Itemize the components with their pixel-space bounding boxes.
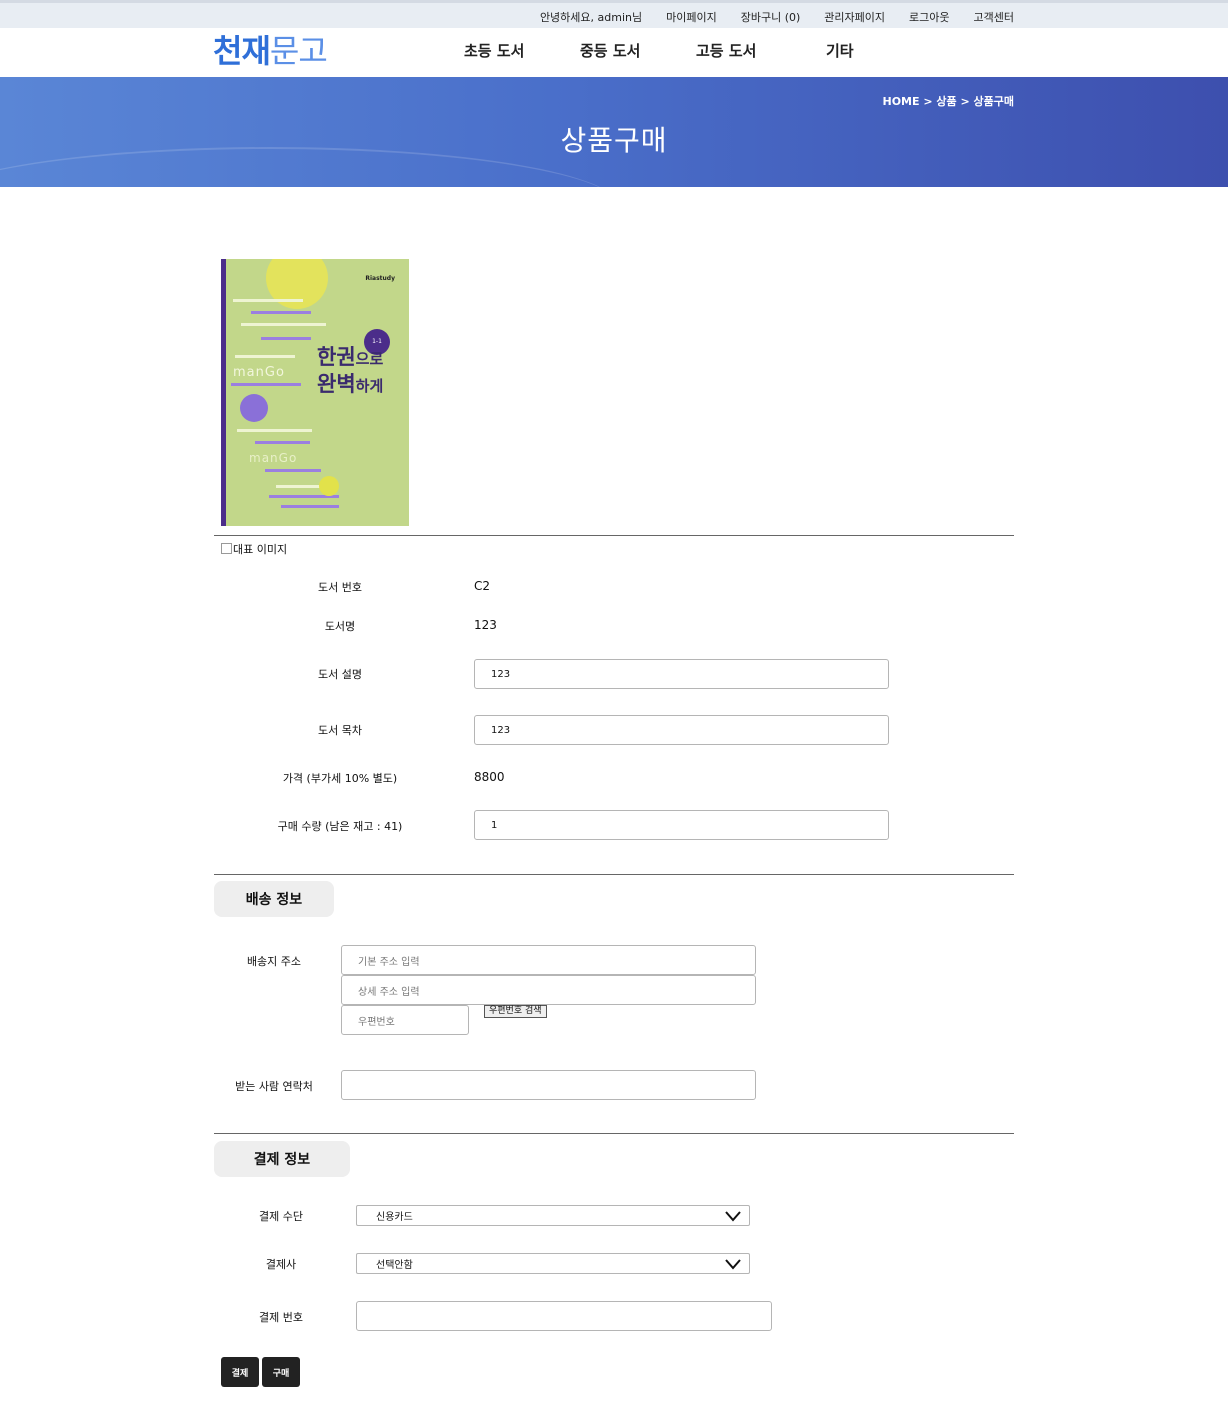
site-logo[interactable]: 천재문고 bbox=[213, 32, 328, 70]
book-id-label: 도서 번호 bbox=[318, 581, 362, 594]
pay-button[interactable]: 결제 bbox=[221, 1357, 259, 1387]
divider bbox=[214, 1133, 1014, 1134]
support-link[interactable]: 고객센터 bbox=[974, 9, 1014, 25]
top-utility-bar: 안녕하세요, admin님 마이페이지 장바구니 (0) 관리자페이지 로그아웃… bbox=[0, 0, 1228, 28]
payment-number-label: 결제 번호 bbox=[259, 1311, 303, 1324]
cover-stripe bbox=[261, 337, 311, 340]
cover-watermark: manGo bbox=[233, 365, 285, 380]
detail-address-placeholder: 상세 주소 입력 bbox=[358, 986, 420, 998]
payment-provider-label: 결제사 bbox=[265, 1258, 297, 1271]
cover-publisher: Riastudy bbox=[365, 275, 395, 282]
nav-middle-books[interactable]: 중등 도서 bbox=[580, 40, 640, 61]
cover-stripe bbox=[231, 383, 301, 386]
book-desc-label: 도서 설명 bbox=[318, 668, 362, 681]
cover-title-word-2: 완벽 bbox=[317, 372, 356, 396]
broken-image-alt: 대표 이미지 bbox=[221, 541, 287, 557]
cover-stripe bbox=[237, 429, 312, 432]
cover-stripe bbox=[233, 299, 303, 302]
base-address-placeholder: 기본 주소 입력 bbox=[358, 956, 420, 968]
price-label: 가격 (부가세 10% 별도) bbox=[282, 772, 398, 785]
payment-section-title: 결제 정보 bbox=[214, 1141, 350, 1177]
detail-address-input[interactable]: 상세 주소 입력 bbox=[341, 975, 756, 1005]
divider bbox=[214, 874, 1014, 875]
payment-method-select[interactable]: 신용카드 bbox=[356, 1205, 750, 1226]
mypage-link[interactable]: 마이페이지 bbox=[666, 9, 717, 25]
quantity-label: 구매 수량 (남은 재고 : 41) bbox=[277, 820, 403, 833]
logo-part-2: 문고 bbox=[269, 32, 328, 70]
greeting-text: 안녕하세요, admin님 bbox=[539, 11, 643, 24]
book-id-value: C2 bbox=[474, 579, 491, 593]
site-header: 천재문고 초등 도서 중등 도서 고등 도서 기타 bbox=[0, 28, 1228, 77]
nav-etc[interactable]: 기타 bbox=[826, 40, 854, 61]
zip-search-button[interactable]: 우편번호 검색 bbox=[484, 1005, 547, 1018]
cover-stripe bbox=[241, 323, 326, 326]
book-toc-value: 123 bbox=[491, 724, 511, 736]
logo-part-1: 천재 bbox=[213, 32, 271, 70]
cart-link[interactable]: 장바구니 (0) bbox=[741, 9, 801, 25]
nav-high-books[interactable]: 고등 도서 bbox=[696, 40, 756, 61]
cover-stripe bbox=[235, 355, 295, 358]
quantity-value: 1 bbox=[491, 819, 498, 831]
book-name-label: 도서명 bbox=[324, 620, 356, 633]
book-cover-image: Riastudy 1-1 한권으로 완벽하게 manGo manGo bbox=[221, 259, 409, 526]
chevron-down-icon bbox=[725, 1259, 741, 1270]
breadcrumb: HOME > 상품 > 상품구매 bbox=[882, 95, 1015, 108]
divider bbox=[214, 535, 1014, 536]
recipient-phone-input[interactable] bbox=[341, 1070, 756, 1100]
payment-number-input[interactable] bbox=[356, 1301, 772, 1331]
recipient-phone-label: 받는 사람 연락처 bbox=[235, 1080, 313, 1093]
admin-link[interactable]: 관리자페이지 bbox=[824, 9, 885, 25]
cover-stripe bbox=[281, 505, 339, 508]
cover-title: 한권으로 완벽하게 bbox=[317, 345, 383, 399]
book-toc-field[interactable]: 123 bbox=[474, 715, 889, 745]
book-toc-label: 도서 목차 bbox=[318, 724, 362, 737]
page-title: 상품구매 bbox=[560, 124, 668, 157]
shipping-section-title: 배송 정보 bbox=[214, 881, 334, 917]
payment-method-label: 결제 수단 bbox=[259, 1210, 303, 1223]
page-banner: HOME > 상품 > 상품구매 상품구매 bbox=[0, 77, 1228, 187]
payment-provider-select[interactable]: 선택안함 bbox=[356, 1253, 750, 1274]
cover-watermark-2: manGo bbox=[249, 451, 298, 465]
book-desc-value: 123 bbox=[491, 668, 511, 680]
logout-link[interactable]: 로그아웃 bbox=[909, 9, 949, 25]
book-desc-field[interactable]: 123 bbox=[474, 659, 889, 689]
cover-stripe bbox=[255, 441, 310, 444]
cover-spine bbox=[221, 259, 226, 526]
base-address-input[interactable]: 기본 주소 입력 bbox=[341, 945, 756, 975]
quantity-input[interactable]: 1 bbox=[474, 810, 889, 840]
book-name-value: 123 bbox=[474, 618, 497, 632]
zip-code-input[interactable]: 우편번호 bbox=[341, 1005, 469, 1035]
price-value: 8800 bbox=[474, 770, 505, 784]
buy-button[interactable]: 구매 bbox=[262, 1357, 300, 1387]
cover-stripe bbox=[265, 469, 321, 472]
cover-stripe bbox=[251, 311, 311, 314]
cover-title-word-1b: 으로 bbox=[355, 350, 384, 368]
cover-title-word-1: 한권 bbox=[317, 345, 356, 369]
cover-yellow-circle bbox=[319, 476, 339, 496]
payment-provider-value: 선택안함 bbox=[376, 1260, 413, 1271]
shipping-address-label: 배송지 주소 bbox=[246, 955, 302, 968]
nav-elementary-books[interactable]: 초등 도서 bbox=[464, 40, 524, 61]
payment-method-value: 신용카드 bbox=[376, 1212, 413, 1223]
chevron-down-icon bbox=[725, 1211, 741, 1222]
cover-purple-circle bbox=[240, 394, 268, 422]
zip-code-placeholder: 우편번호 bbox=[358, 1016, 395, 1028]
cover-title-word-2b: 하게 bbox=[355, 377, 384, 395]
utility-links: 안녕하세요, admin님 마이페이지 장바구니 (0) 관리자페이지 로그아웃… bbox=[540, 9, 1014, 25]
